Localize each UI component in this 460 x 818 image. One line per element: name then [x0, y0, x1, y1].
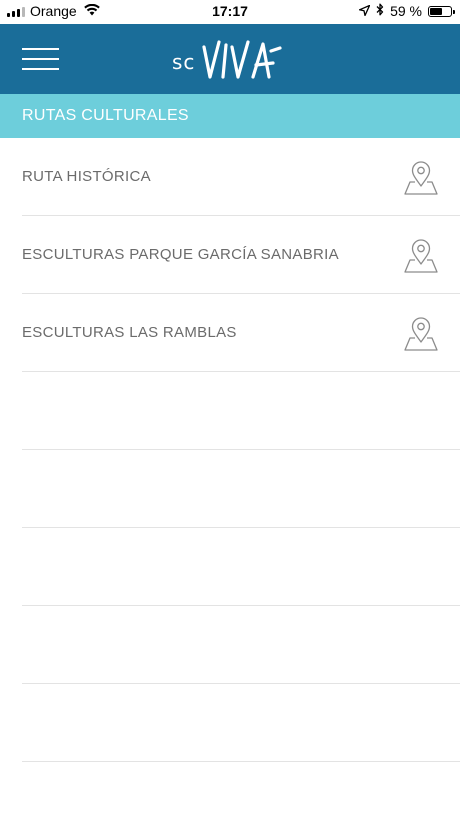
hamburger-menu-icon[interactable] — [22, 46, 60, 72]
app-header: sc — [0, 24, 460, 94]
logo-wordmark — [202, 40, 283, 79]
route-label: ESCULTURAS LAS RAMBLAS — [22, 324, 237, 341]
section-title: RUTAS CULTURALES — [22, 107, 189, 124]
map-pin-icon — [404, 239, 438, 273]
app-screen: Orange 17:17 59 % sc RUTAS CULTURALES RU… — [0, 0, 460, 818]
map-pin-icon — [404, 161, 438, 195]
status-bar: Orange 17:17 59 % — [0, 0, 460, 24]
map-pin-icon — [404, 317, 438, 351]
battery-percent: 59 % — [390, 3, 422, 19]
status-right: 59 % — [358, 3, 455, 19]
empty-list-row — [22, 528, 460, 606]
empty-list-row — [22, 450, 460, 528]
empty-list-row — [22, 606, 460, 684]
battery-icon — [428, 5, 455, 17]
route-label: ESCULTURAS PARQUE GARCÍA SANABRIA — [22, 246, 339, 263]
location-arrow-icon — [358, 3, 371, 19]
route-label: RUTA HISTÓRICA — [22, 168, 151, 185]
empty-list-row — [22, 684, 460, 762]
route-list: RUTA HISTÓRICA ESCULTURAS PARQUE GARCÍA … — [0, 138, 460, 762]
bluetooth-icon — [376, 3, 384, 19]
empty-list-row — [22, 372, 460, 450]
section-header: RUTAS CULTURALES — [0, 94, 460, 138]
list-item[interactable]: ESCULTURAS PARQUE GARCÍA SANABRIA — [22, 216, 460, 294]
list-item[interactable]: RUTA HISTÓRICA — [22, 138, 460, 216]
app-logo: sc — [172, 36, 283, 84]
list-item[interactable]: ESCULTURAS LAS RAMBLAS — [22, 294, 460, 372]
logo-prefix: sc — [172, 50, 196, 74]
